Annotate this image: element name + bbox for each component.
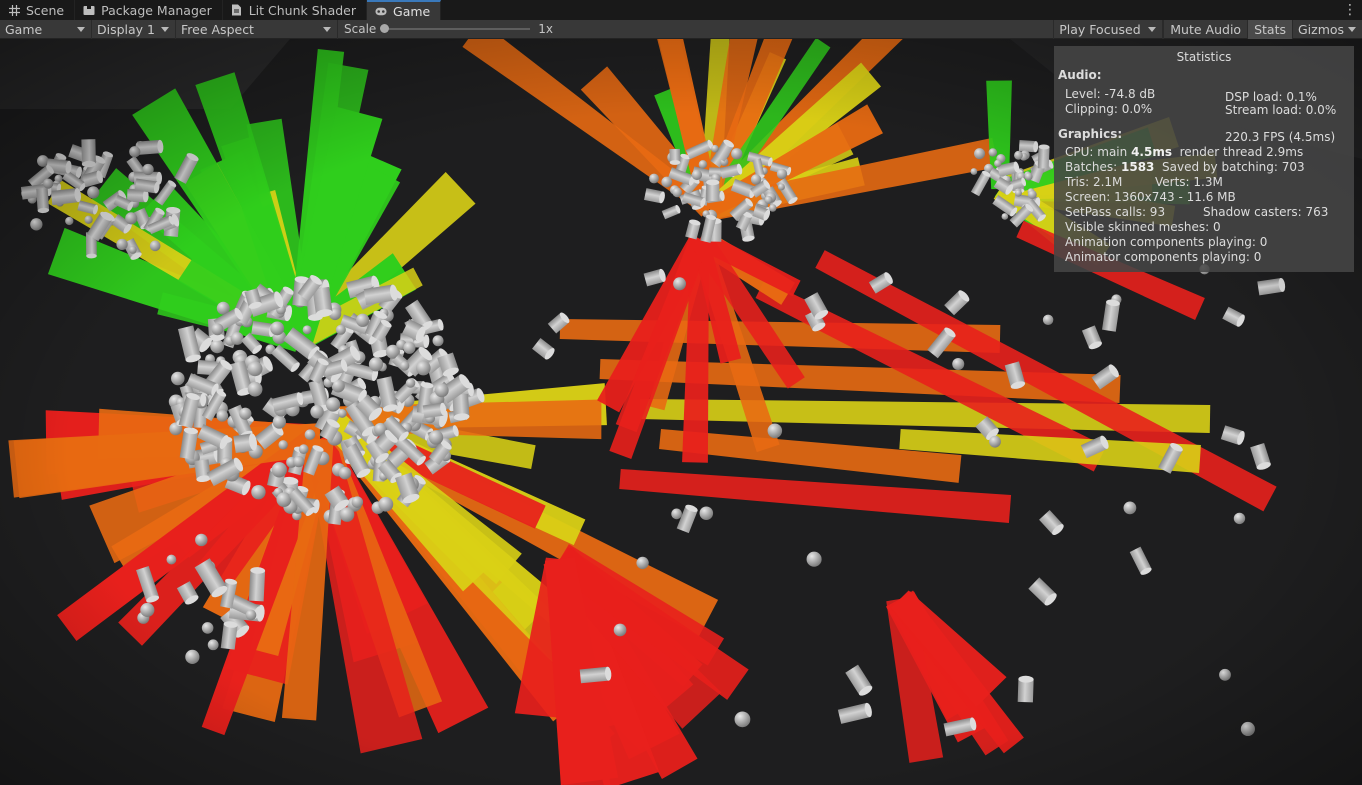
cpu-main: 4.5ms	[1131, 145, 1172, 159]
tab-label: Game	[393, 3, 431, 19]
scale-control: Scale 1x	[338, 20, 559, 39]
audio-clipping: Clipping: 0.0%	[1065, 102, 1153, 116]
screen-stat: Screen: 1360x743 - 11.6 MB	[1065, 190, 1236, 204]
play-mode-value: Play Focused	[1059, 21, 1141, 37]
aspect-dropdown[interactable]: Free Aspect	[176, 19, 338, 39]
fps-readout: 220.3 FPS (4.5ms)	[1225, 130, 1336, 144]
scale-value: 1x	[538, 22, 554, 36]
skinned-meshes-stat: Visible skinned meshes: 0	[1065, 220, 1221, 234]
chevron-down-icon	[161, 26, 169, 32]
gizmos-dropdown[interactable]: Gizmos	[1292, 19, 1362, 39]
chevron-down-icon	[323, 26, 331, 32]
tab-label: Scene	[26, 2, 65, 18]
play-mode-dropdown[interactable]: Play Focused	[1053, 19, 1164, 39]
cpu-prefix: CPU: main	[1065, 145, 1132, 159]
grid-icon	[8, 4, 20, 16]
setpass-stat: SetPass calls: 93	[1065, 205, 1166, 219]
batches-prefix: Batches:	[1065, 160, 1121, 174]
animator-components-stat: Animator components playing: 0	[1065, 250, 1262, 264]
tab-label: Lit Chunk Shader	[248, 2, 357, 18]
batches-value: 1583	[1121, 160, 1155, 174]
mute-audio-toggle[interactable]: Mute Audio	[1163, 19, 1247, 39]
gizmos-value: Gizmos	[1298, 21, 1345, 37]
scale-label: Scale	[344, 22, 377, 36]
aspect-value: Free Aspect	[181, 21, 254, 37]
statistics-title: Statistics	[1176, 50, 1232, 64]
tab-package-manager[interactable]: Package Manager	[75, 0, 223, 20]
display-value: Display 1	[97, 21, 156, 37]
kebab-menu-icon[interactable]: ⋮	[1338, 0, 1362, 20]
tris-stat: Tris: 2.1M	[1065, 175, 1123, 189]
animation-components-stat: Animation components playing: 0	[1065, 235, 1268, 249]
view-type-dropdown[interactable]: Game	[0, 19, 92, 39]
shader-icon	[231, 4, 243, 16]
package-icon	[83, 4, 95, 16]
shadow-casters-stat: Shadow casters: 763	[1203, 205, 1329, 219]
stats-toggle[interactable]: Stats	[1247, 19, 1292, 39]
display-dropdown[interactable]: Display 1	[92, 19, 176, 39]
verts-stat: Verts: 1.3M	[1155, 175, 1223, 189]
editor-tab-bar: Scene Package Manager Lit Chunk Shader G…	[0, 0, 1362, 20]
view-type-value: Game	[5, 21, 43, 37]
audio-header: Audio:	[1058, 68, 1102, 82]
scale-slider[interactable]	[380, 24, 531, 33]
render-thread: render thread 2.9ms	[1179, 145, 1304, 159]
scale-slider-thumb[interactable]	[380, 24, 390, 33]
tab-label: Package Manager	[101, 2, 212, 18]
game-view-toolbar: Game Display 1 Free Aspect Scale 1x Play…	[0, 19, 1362, 39]
tab-scene[interactable]: Scene	[0, 0, 76, 20]
tab-game[interactable]: Game	[367, 0, 442, 20]
tab-lit-chunk-shader[interactable]: Lit Chunk Shader	[223, 0, 368, 20]
chevron-down-icon	[1148, 26, 1157, 32]
saved-by-batching: Saved by batching: 703	[1162, 160, 1305, 174]
statistics-panel: Statistics Audio: Level: -74.8 dB DSP lo…	[1054, 46, 1354, 272]
audio-level: Level: -74.8 dB	[1065, 87, 1156, 101]
batches-stat: Batches: 1583 Saved by batching: 703	[1065, 160, 1305, 175]
cpu-stat: CPU: main 4.5ms render thread 2.9ms	[1065, 145, 1303, 160]
gamepad-icon	[375, 5, 387, 17]
graphics-header: Graphics:	[1058, 127, 1123, 141]
chevron-down-icon	[77, 26, 85, 32]
chevron-down-icon	[1348, 26, 1356, 32]
stream-load: Stream load: 0.0%	[1225, 103, 1337, 117]
